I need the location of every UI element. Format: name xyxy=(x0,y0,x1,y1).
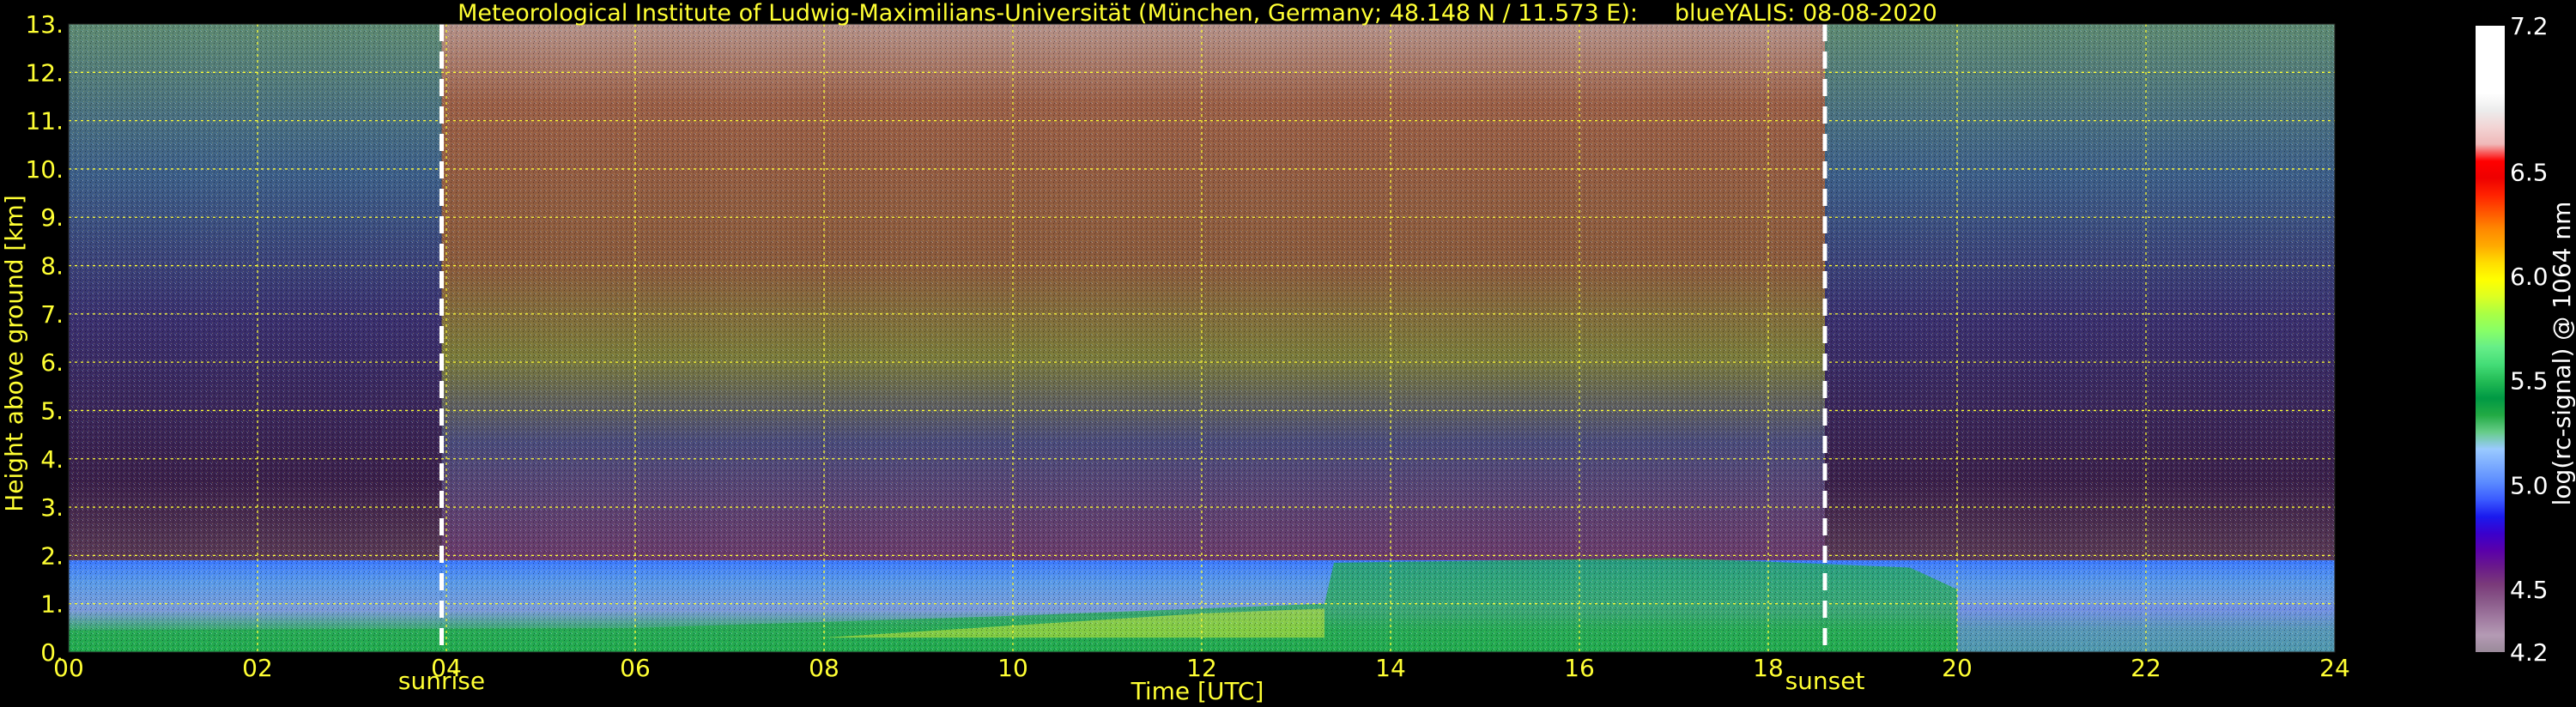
x-tick-label: 06 xyxy=(620,654,651,682)
colorbar-tick-label: 6.0 xyxy=(2510,263,2549,291)
x-tick-label: 08 xyxy=(809,654,839,682)
lidar-quicklook-chart: sunrise sunset00 02 04 06 08 10 12 14 16 18 20 22 24 … xyxy=(0,0,2576,705)
y-tick-label: 0. xyxy=(40,638,64,667)
x-tick-label: 20 xyxy=(1942,654,1973,682)
colorbar: 4.2 4.5 5.0 5.5 6.0 6.5 7.2 log(rc-signal) @ 1… xyxy=(2476,12,2576,667)
y-tick-label: 1. xyxy=(40,590,64,619)
x-tick-label: 04 xyxy=(431,654,462,682)
x-tick-label: 10 xyxy=(997,654,1028,682)
y-axis-label: Height above ground [km] xyxy=(0,195,28,512)
x-tick-label: 14 xyxy=(1375,654,1406,682)
y-tick-label: 4. xyxy=(40,445,64,474)
y-tick-label: 11. xyxy=(25,107,64,136)
x-tick-label: 02 xyxy=(242,654,273,682)
y-tick-label: 9. xyxy=(40,203,64,232)
colorbar-label: log(rc-signal) @ 1064 nm xyxy=(2548,202,2576,506)
x-tick-label: 24 xyxy=(2319,654,2350,682)
x-axis-label: Time [UTC] xyxy=(1130,677,1264,705)
y-tick-label: 13. xyxy=(25,10,64,39)
colorbar-tick-label: 5.0 xyxy=(2510,471,2549,499)
colorbar-ticks: 4.2 4.5 5.0 5.5 6.0 6.5 7.2 xyxy=(2510,12,2549,667)
x-tick-label: 18 xyxy=(1753,654,1784,682)
y-tick-label: 8. xyxy=(40,252,64,281)
x-tick-label: 22 xyxy=(2131,654,2161,682)
colorbar-tick-label: 7.2 xyxy=(2510,12,2549,40)
y-tick-label: 6. xyxy=(40,348,64,377)
y-tick-label: 7. xyxy=(40,300,64,329)
plot-area xyxy=(68,23,2336,653)
y-tick-label: 3. xyxy=(40,493,64,522)
y-tick-label: 2. xyxy=(40,541,64,570)
colorbar-scale xyxy=(2476,26,2505,652)
y-tick-label: 12. xyxy=(25,58,64,87)
chart-title: Meteorological Institute of Ludwig-Maxim… xyxy=(458,0,1937,27)
y-axis-ticks: 0. 1. 2. 3. 4. 5. 6. 7. 8. 9. 10. 11. 12. 13. xyxy=(25,10,64,667)
y-tick-label: 5. xyxy=(40,396,64,425)
annotation-label-sunset: sunset xyxy=(1785,667,1865,695)
y-tick-label: 10. xyxy=(25,155,64,184)
colorbar-tick-label: 6.5 xyxy=(2510,158,2549,186)
colorbar-tick-label: 5.5 xyxy=(2510,367,2549,396)
colorbar-tick-label: 4.5 xyxy=(2510,576,2549,604)
colorbar-tick-label: 4.2 xyxy=(2510,638,2549,667)
x-tick-label: 16 xyxy=(1564,654,1595,682)
